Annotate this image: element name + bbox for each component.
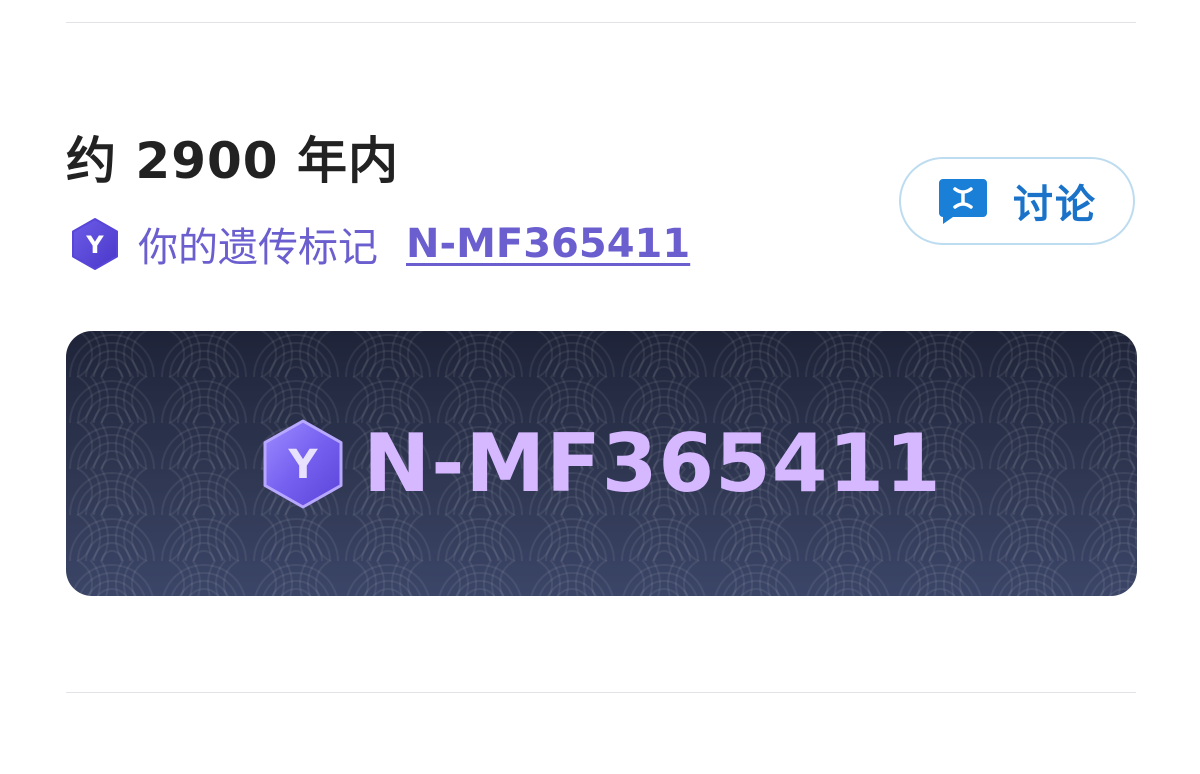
top-divider — [66, 22, 1136, 23]
y-haplogroup-large-badge-icon: Y — [263, 419, 343, 508]
genetic-marker-row: Y 你的遗传标记 N-MF365411 — [70, 218, 690, 271]
banner-haplogroup-code: N-MF365411 — [363, 417, 942, 510]
haplogroup-banner: Y N-MF365411 — [66, 331, 1137, 596]
section-title: 约 2900 年内 — [66, 132, 399, 190]
badge-letter: Y — [85, 231, 104, 259]
large-badge-letter: Y — [288, 442, 319, 488]
discuss-label: 讨论 — [1013, 182, 1097, 228]
discuss-button[interactable]: 讨论 — [899, 157, 1135, 245]
y-haplogroup-badge-icon: Y — [72, 218, 118, 270]
genetic-marker-label: 你的遗传标记 — [138, 225, 378, 271]
chat-bubble-icon — [939, 179, 987, 224]
banner-content: Y N-MF365411 — [66, 331, 1137, 596]
genetic-marker-link[interactable]: N-MF365411 — [406, 221, 690, 267]
page: 约 2900 年内 Y 你的遗传标记 N-MF365411 讨论 Y N-MF3… — [0, 0, 1200, 774]
bottom-divider — [66, 692, 1136, 693]
